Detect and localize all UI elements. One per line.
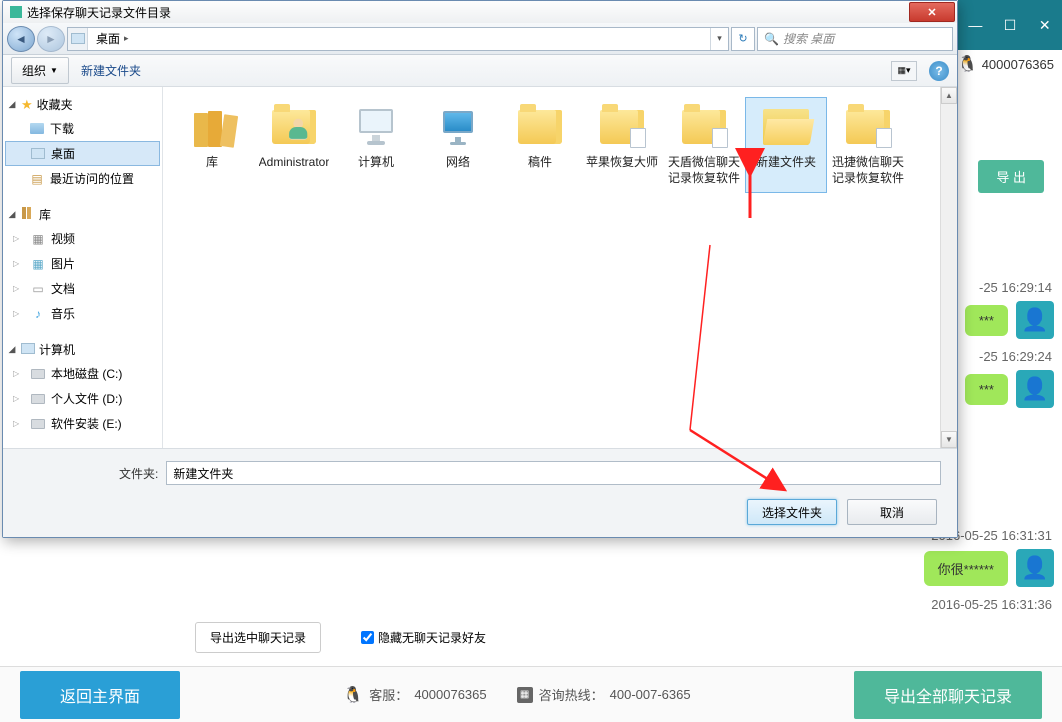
navigation-tree[interactable]: ◢★ 收藏夹 下载 桌面 ▤最近访问的位置 ◢ 库 ▷▦视频 ▷▦图片 ▷▭文档…: [3, 87, 163, 448]
tree-item-videos[interactable]: ▷▦视频: [5, 226, 160, 251]
address-dropdown-icon[interactable]: ▾: [710, 28, 728, 50]
grid-item-computer[interactable]: 计算机: [335, 97, 417, 193]
tree-item-disk-c[interactable]: ▷本地磁盘 (C:): [5, 361, 160, 386]
chat-avatar: 👤: [1016, 370, 1054, 408]
tree-item-desktop[interactable]: 桌面: [5, 141, 160, 166]
folder-name-label: 文件夹:: [119, 465, 158, 482]
qq-penguin-icon: 🐧: [958, 54, 978, 74]
breadcrumb-item[interactable]: 桌面: [96, 30, 120, 47]
export-selected-button[interactable]: 导出选中聊天记录: [195, 622, 321, 653]
grid-item-folder[interactable]: 苹果恢复大师: [581, 97, 663, 193]
select-folder-button[interactable]: 选择文件夹: [747, 499, 837, 525]
hide-empty-checkbox-input[interactable]: [361, 631, 374, 644]
address-folder-icon: [68, 28, 88, 50]
grid-item-new-folder[interactable]: 新建文件夹: [745, 97, 827, 193]
chat-timestamp: -25 16:29:14: [979, 280, 1054, 295]
chat-timestamp: 2016-05-25 16:31:36: [931, 597, 1054, 612]
new-folder-button[interactable]: 新建文件夹: [81, 62, 141, 79]
tree-item-downloads[interactable]: 下载: [5, 116, 160, 141]
tree-computer-header[interactable]: ◢ 计算机: [5, 338, 160, 361]
dialog-title: 选择保存聊天记录文件目录: [27, 4, 171, 21]
chat-timestamp: -25 16:29:24: [979, 349, 1054, 364]
chat-avatar: 👤: [1016, 301, 1054, 339]
tree-item-disk-e[interactable]: ▷软件安装 (E:): [5, 411, 160, 436]
grid-item-administrator[interactable]: Administrator: [253, 97, 335, 193]
chat-avatar: 👤: [1016, 549, 1054, 587]
scroll-up-button[interactable]: ▲: [941, 87, 957, 104]
organize-button[interactable]: 组织 ▼: [11, 57, 69, 84]
dialog-close-button[interactable]: ✕: [909, 2, 955, 22]
hotline-info: ▦ 咨询热线：400-007-6365: [517, 685, 691, 705]
export-button[interactable]: 导 出: [978, 160, 1044, 193]
bg-close-button[interactable]: ✕: [1027, 0, 1062, 50]
back-to-main-button[interactable]: 返回主界面: [20, 671, 180, 719]
chat-message: ***: [965, 305, 1008, 336]
dialog-icon: [10, 6, 22, 18]
grid-item-folder[interactable]: 稿件: [499, 97, 581, 193]
tree-item-pictures[interactable]: ▷▦图片: [5, 251, 160, 276]
address-bar[interactable]: 桌面 ▸ ▾: [67, 27, 729, 51]
search-placeholder: 搜索 桌面: [783, 30, 834, 47]
kefu-info: 🐧 客服：4000076365: [343, 685, 486, 705]
hide-empty-label: 隐藏无聊天记录好友: [378, 629, 486, 646]
search-icon: 🔍: [764, 32, 779, 46]
tree-libraries-header[interactable]: ◢ 库: [5, 203, 160, 226]
search-input[interactable]: 🔍 搜索 桌面: [757, 27, 953, 51]
nav-back-button[interactable]: ◄: [7, 26, 35, 52]
tree-item-music[interactable]: ▷♪音乐: [5, 301, 160, 326]
grid-item-folder[interactable]: 天盾微信聊天记录恢复软件: [663, 97, 745, 193]
header-phone: 🐧 4000076365: [958, 54, 1054, 74]
chat-message: ***: [965, 374, 1008, 405]
cancel-button[interactable]: 取消: [847, 499, 937, 525]
tree-item-recent[interactable]: ▤最近访问的位置: [5, 166, 160, 191]
tree-item-documents[interactable]: ▷▭文档: [5, 276, 160, 301]
star-icon: ★: [21, 97, 33, 113]
qq-penguin-icon: 🐧: [343, 685, 363, 705]
grid-item-network[interactable]: 网络: [417, 97, 499, 193]
view-options-button[interactable]: ▦▾: [891, 61, 917, 81]
phone-icon: ▦: [517, 687, 533, 703]
bg-maximize-button[interactable]: ☐: [993, 0, 1028, 50]
bg-minimize-button[interactable]: —: [958, 0, 993, 50]
export-all-button[interactable]: 导出全部聊天记录: [854, 671, 1042, 719]
chat-message: 你很******: [924, 551, 1008, 586]
nav-forward-button[interactable]: ►: [37, 26, 65, 52]
chevron-right-icon[interactable]: ▸: [124, 33, 129, 44]
header-phone-number: 4000076365: [982, 57, 1054, 72]
refresh-button[interactable]: ↻: [731, 27, 755, 51]
folder-picker-dialog: 选择保存聊天记录文件目录 ✕ ◄ ► 桌面 ▸ ▾ ↻ 🔍 搜索 桌面 组织 ▼…: [2, 0, 958, 538]
scroll-down-button[interactable]: ▼: [941, 431, 957, 448]
grid-item-folder[interactable]: 迅捷微信聊天记录恢复软件: [827, 97, 909, 193]
grid-scrollbar[interactable]: ▲ ▼: [940, 87, 957, 448]
tree-item-disk-d[interactable]: ▷个人文件 (D:): [5, 386, 160, 411]
hide-empty-checkbox[interactable]: 隐藏无聊天记录好友: [361, 629, 486, 646]
help-button[interactable]: ?: [929, 61, 949, 81]
folder-grid[interactable]: 库 Administrator 计算机 网络 稿件 苹果恢复大师: [163, 87, 957, 448]
folder-name-input[interactable]: [166, 461, 941, 485]
tree-favorites-header[interactable]: ◢★ 收藏夹: [5, 93, 160, 116]
grid-item-libraries[interactable]: 库: [171, 97, 253, 193]
